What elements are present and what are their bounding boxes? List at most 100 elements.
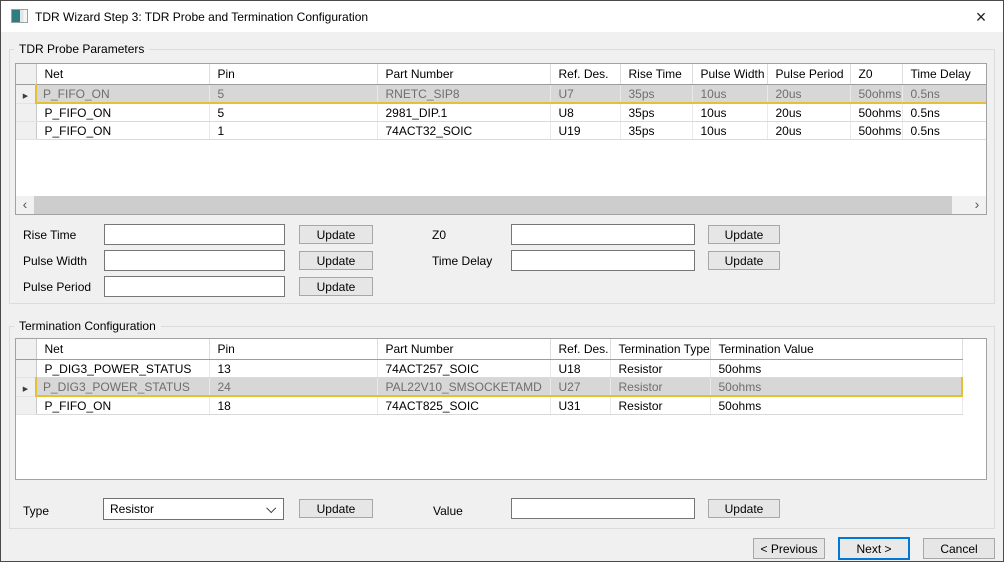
chevron-down-icon xyxy=(266,503,276,513)
probe-table-hscrollbar[interactable]: ‹ › xyxy=(16,196,986,214)
cancel-button[interactable]: Cancel xyxy=(923,538,995,559)
scroll-left-icon[interactable]: ‹ xyxy=(16,196,34,214)
row-selector-cell[interactable] xyxy=(16,396,36,415)
table-cell[interactable]: U18 xyxy=(550,360,610,378)
table-cell[interactable]: PAL22V10_SMSOCKETAMD xyxy=(377,378,550,397)
table-cell[interactable]: 5 xyxy=(209,85,377,104)
row-selector-cell[interactable] xyxy=(16,122,36,140)
table-cell[interactable]: 18 xyxy=(209,396,377,415)
table-row[interactable]: P_FIFO_ON1874ACT825_SOICU31Resistor50ohm… xyxy=(16,396,962,415)
table-cell[interactable]: 10us xyxy=(692,85,767,104)
column-header[interactable]: Ref. Des. xyxy=(550,64,620,85)
scroll-right-icon[interactable]: › xyxy=(968,196,986,214)
column-header[interactable]: Time Delay xyxy=(902,64,987,85)
column-header[interactable]: Part Number xyxy=(377,339,550,360)
table-cell[interactable]: 35ps xyxy=(620,103,692,122)
type-update-button[interactable]: Update xyxy=(299,499,373,518)
table-cell[interactable]: 5 xyxy=(209,103,377,122)
rise-time-update-button[interactable]: Update xyxy=(299,225,373,244)
table-cell[interactable]: P_FIFO_ON xyxy=(36,85,209,104)
pulse-width-label: Pulse Width xyxy=(23,254,87,268)
table-row[interactable]: ▶P_FIFO_ON5RNETC_SIP8U735ps10us20us50ohm… xyxy=(16,85,987,104)
time-delay-input[interactable] xyxy=(511,250,695,271)
table-cell[interactable]: 0.5ns xyxy=(902,122,987,140)
table-row[interactable]: P_DIG3_POWER_STATUS1374ACT257_SOICU18Res… xyxy=(16,360,962,378)
column-header[interactable]: Termination Value xyxy=(710,339,962,360)
time-delay-update-button[interactable]: Update xyxy=(708,251,780,270)
table-cell[interactable]: P_FIFO_ON xyxy=(36,103,209,122)
rise-time-label: Rise Time xyxy=(23,228,76,242)
table-cell[interactable]: U31 xyxy=(550,396,610,415)
pulse-width-update-button[interactable]: Update xyxy=(299,251,373,270)
row-selector-cell[interactable] xyxy=(16,103,36,122)
row-selector-cell[interactable] xyxy=(16,360,36,378)
column-header[interactable]: Termination Type xyxy=(610,339,710,360)
table-cell[interactable]: 0.5ns xyxy=(902,85,987,104)
column-header[interactable]: Rise Time xyxy=(620,64,692,85)
table-cell[interactable]: P_DIG3_POWER_STATUS xyxy=(36,378,209,397)
previous-button[interactable]: < Previous xyxy=(753,538,825,559)
table-cell[interactable]: 20us xyxy=(767,85,850,104)
table-cell[interactable]: 50ohms xyxy=(710,396,962,415)
table-row[interactable]: P_FIFO_ON174ACT32_SOICU1935ps10us20us50o… xyxy=(16,122,987,140)
column-header[interactable]: Z0 xyxy=(850,64,902,85)
value-update-button[interactable]: Update xyxy=(708,499,780,518)
table-cell[interactable]: 1 xyxy=(209,122,377,140)
table-cell[interactable]: P_FIFO_ON xyxy=(36,122,209,140)
column-header[interactable]: Pin xyxy=(209,64,377,85)
column-header[interactable]: Part Number xyxy=(377,64,550,85)
current-row-arrow-icon: ▶ xyxy=(23,386,28,393)
column-header[interactable]: Net xyxy=(36,64,209,85)
column-header[interactable]: Pulse Period xyxy=(767,64,850,85)
table-cell[interactable]: 35ps xyxy=(620,122,692,140)
table-cell[interactable]: 2981_DIP.1 xyxy=(377,103,550,122)
table-cell[interactable]: 50ohms xyxy=(850,103,902,122)
table-row[interactable]: ▶ P_DIG3_POWER_STATUS24PAL22V10_SMSOCKETA… xyxy=(16,378,962,397)
table-cell[interactable]: 10us xyxy=(692,103,767,122)
table-cell[interactable]: Resistor xyxy=(610,360,710,378)
table-cell[interactable]: U19 xyxy=(550,122,620,140)
z0-update-button[interactable]: Update xyxy=(708,225,780,244)
close-icon[interactable]: × xyxy=(968,5,994,27)
z0-input[interactable] xyxy=(511,224,695,245)
rise-time-input[interactable] xyxy=(104,224,285,245)
table-cell[interactable]: 74ACT825_SOIC xyxy=(377,396,550,415)
table-cell[interactable]: 50ohms xyxy=(710,360,962,378)
next-button[interactable]: Next > xyxy=(838,537,910,560)
table-cell[interactable]: 10us xyxy=(692,122,767,140)
pulse-period-update-button[interactable]: Update xyxy=(299,277,373,296)
pulse-period-input[interactable] xyxy=(104,276,285,297)
scrollbar-thumb[interactable] xyxy=(34,196,952,214)
value-input[interactable] xyxy=(511,498,695,519)
table-cell[interactable]: 24 xyxy=(209,378,377,397)
title-bar: TDR Wizard Step 3: TDR Probe and Termina… xyxy=(1,1,1003,32)
table-cell[interactable]: Resistor xyxy=(610,396,710,415)
table-cell[interactable]: 74ACT32_SOIC xyxy=(377,122,550,140)
row-selector-cell[interactable]: ▶ xyxy=(16,378,36,397)
table-cell[interactable]: 20us xyxy=(767,103,850,122)
table-cell[interactable]: 0.5ns xyxy=(902,103,987,122)
table-cell[interactable]: RNETC_SIP8 xyxy=(377,85,550,104)
table-cell[interactable]: U8 xyxy=(550,103,620,122)
pulse-width-input[interactable] xyxy=(104,250,285,271)
table-cell[interactable]: U7 xyxy=(550,85,620,104)
table-cell[interactable]: 50ohms xyxy=(710,378,962,397)
row-selector-header xyxy=(16,64,36,85)
table-cell[interactable]: 50ohms xyxy=(850,85,902,104)
row-selector-cell[interactable]: ▶ xyxy=(16,85,36,104)
type-dropdown[interactable]: Resistor xyxy=(103,498,284,520)
column-header[interactable]: Pulse Width xyxy=(692,64,767,85)
column-header[interactable]: Ref. Des. xyxy=(550,339,610,360)
table-cell[interactable]: 20us xyxy=(767,122,850,140)
table-cell[interactable]: P_FIFO_ON xyxy=(36,396,209,415)
table-cell[interactable]: 35ps xyxy=(620,85,692,104)
table-cell[interactable]: 74ACT257_SOIC xyxy=(377,360,550,378)
table-cell[interactable]: Resistor xyxy=(610,378,710,397)
column-header[interactable]: Net xyxy=(36,339,209,360)
table-cell[interactable]: U27 xyxy=(550,378,610,397)
table-row[interactable]: P_FIFO_ON52981_DIP.1U835ps10us20us50ohms… xyxy=(16,103,987,122)
table-cell[interactable]: P_DIG3_POWER_STATUS xyxy=(36,360,209,378)
table-cell[interactable]: 50ohms xyxy=(850,122,902,140)
column-header[interactable]: Pin xyxy=(209,339,377,360)
table-cell[interactable]: 13 xyxy=(209,360,377,378)
